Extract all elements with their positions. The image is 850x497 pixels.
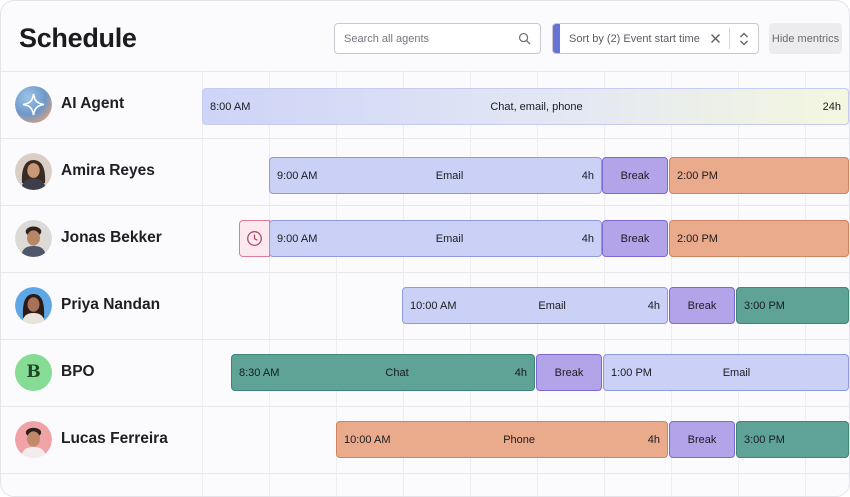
schedule-panel: Schedule Search all agents Sort by (2) E… [0,0,850,497]
segment-start: 8:00 AM [210,100,251,113]
agent-row-bpo: B BPO 8:30 AM Chat 4h Break 1:00 PM Emai… [1,339,849,406]
chevron-up-down-icon [740,32,748,45]
segment-duration: 24h [822,100,841,113]
hide-metrics-button[interactable]: Hide mentrics [769,23,842,54]
late-indicator[interactable] [239,220,270,257]
agent-row-amira-reyes: Amira Reyes 9:00 AM Email 4h Break 2:00 … [1,138,849,205]
agent-cell[interactable]: AI Agent [15,85,124,123]
segment-label: Email [435,169,464,182]
sort-label: Sort by (2) Event start time [569,32,700,45]
agent-cell[interactable]: B BPO [15,353,95,391]
agent-name: Lucas Ferreira [61,430,168,447]
schedule-grid: AI Agent 8:00 AM Chat, email, phone 24h [1,71,849,496]
avatar [15,286,52,324]
segment-start: 10:00 AM [344,433,391,446]
segment-label: Break [687,433,717,446]
segment-label: Phone [503,433,536,446]
search-placeholder: Search all agents [344,32,429,45]
segment-start: 9:00 AM [277,169,318,182]
segment-label: Break [620,169,650,182]
agent-name: Jonas Bekker [61,229,162,246]
segment-start: 8:30 AM [239,366,280,379]
segment-label: Email [722,366,751,379]
shift-segment-break[interactable]: Break [669,421,735,458]
agent-name: BPO [61,363,95,380]
shift-segment-ai[interactable]: 8:00 AM Chat, email, phone 24h [202,88,849,125]
segment-duration: 4h [647,433,660,446]
segment-start: 10:00 AM [410,299,457,312]
page-title: Schedule [19,23,137,53]
shift-segment-email[interactable]: 10:00 AM Email 4h [402,287,668,324]
agent-cell[interactable]: Lucas Ferreira [15,420,168,458]
segment-label: Email [435,232,464,245]
segment-start: 9:00 AM [277,232,318,245]
shift-segment-break[interactable]: Break [669,287,735,324]
search-input[interactable]: Search all agents [334,23,541,54]
shift-segment-chat[interactable]: 8:30 AM Chat 4h [231,354,535,391]
segment-duration: 4h [581,169,594,182]
shift-segment-email[interactable]: 9:00 AM Email 4h [269,220,602,257]
agent-cell[interactable]: Jonas Bekker [15,219,162,257]
segment-label: Break [554,366,584,379]
segment-label: Break [687,299,717,312]
sort-control[interactable]: Sort by (2) Event start time [552,23,759,54]
shift-segment-break[interactable]: Break [536,354,602,391]
segment-label: Chat, email, phone [490,100,583,113]
row-divider [1,473,849,474]
agent-row-jonas-bekker: Jonas Bekker 9:00 AM Email 4h Break 2:00… [1,205,849,272]
avatar [15,420,52,458]
avatar: B [15,353,52,391]
ai-sparkle-icon [15,85,52,123]
segment-start: 2:00 PM [677,169,718,182]
agent-name: AI Agent [61,95,125,112]
sort-order-toggle[interactable] [730,24,758,53]
clear-sort-button[interactable] [701,24,729,53]
segment-start: 1:00 PM [611,366,652,379]
close-icon [710,34,720,43]
segment-start: 2:00 PM [677,232,718,245]
sort-accent-bar [553,24,560,53]
agent-row-ai-agent: AI Agent 8:00 AM Chat, email, phone 24h [1,71,849,138]
segment-label: Chat [385,366,409,379]
agent-cell[interactable]: Priya Nandan [15,286,160,324]
segment-label: Email [538,299,566,312]
avatar [15,152,52,190]
agent-row-priya-nandan: Priya Nandan 10:00 AM Email 4h Break 3:0… [1,272,849,339]
shift-segment-chat[interactable]: 3:00 PM [736,421,849,458]
segment-start: 3:00 PM [744,299,785,312]
clock-icon [247,231,262,246]
shift-segment-phone[interactable]: 2:00 PM [669,157,849,194]
avatar [15,219,52,257]
search-icon [518,32,531,45]
segment-duration: 4h [581,232,594,245]
agent-cell[interactable]: Amira Reyes [15,152,155,190]
shift-segment-phone[interactable]: 10:00 AM Phone 4h [336,421,668,458]
segment-label: Break [620,232,650,245]
agent-row-lucas-ferreira: Lucas Ferreira 10:00 AM Phone 4h Break 3… [1,406,849,473]
shift-segment-phone[interactable]: 2:00 PM [669,220,849,257]
segment-duration: 4h [647,299,660,312]
segment-duration: 4h [514,366,527,379]
shift-segment-break[interactable]: Break [602,157,668,194]
agent-name: Priya Nandan [61,296,161,313]
shift-segment-chat[interactable]: 3:00 PM [736,287,849,324]
shift-segment-break[interactable]: Break [602,220,668,257]
avatar-letter: B [26,362,41,382]
shift-segment-email[interactable]: 9:00 AM Email 4h [269,157,602,194]
segment-start: 3:00 PM [744,433,785,446]
agent-name: Amira Reyes [61,162,155,179]
shift-segment-email[interactable]: 1:00 PM Email [603,354,849,391]
